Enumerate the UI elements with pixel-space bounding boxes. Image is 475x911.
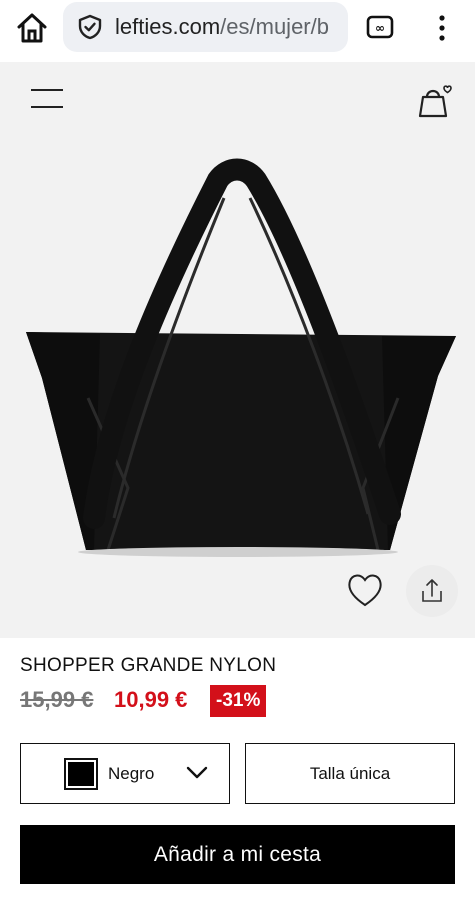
url-path: /es/mujer/b — [220, 14, 329, 39]
size-label: Talla única — [309, 764, 391, 783]
color-swatch — [64, 758, 98, 790]
size-selector[interactable]: Talla única — [245, 743, 455, 804]
hamburger-menu-icon[interactable] — [30, 86, 64, 112]
tab-switcher-icon[interactable]: ∞ — [366, 14, 394, 40]
svg-text:∞: ∞ — [375, 21, 385, 35]
original-price: 15,99 € — [20, 687, 94, 712]
discount-badge: -31% — [210, 685, 267, 717]
share-icon[interactable] — [406, 565, 458, 617]
address-bar[interactable]: lefties.com/es/mujer/b — [63, 2, 348, 52]
add-to-cart-button[interactable]: Añadir a mi cesta — [20, 825, 455, 884]
product-image-area — [0, 62, 475, 638]
chevron-down-icon — [185, 764, 209, 782]
heart-icon[interactable] — [340, 565, 390, 615]
more-vert-icon[interactable] — [432, 10, 452, 46]
sale-price: 10,99 € — [114, 687, 188, 712]
shopping-bag-heart-icon[interactable] — [414, 80, 454, 120]
color-selector[interactable]: Negro — [20, 743, 230, 804]
color-label: Negro — [108, 764, 155, 783]
url-domain: lefties.com — [115, 14, 221, 39]
browser-toolbar: lefties.com/es/mujer/b ∞ — [0, 0, 475, 62]
url-text: lefties.com/es/mujer/b — [115, 14, 341, 40]
shield-icon[interactable] — [77, 14, 103, 40]
product-image[interactable] — [18, 158, 458, 558]
product-title: SHOPPER GRANDE NYLON — [20, 655, 277, 676]
home-icon[interactable] — [14, 10, 50, 46]
